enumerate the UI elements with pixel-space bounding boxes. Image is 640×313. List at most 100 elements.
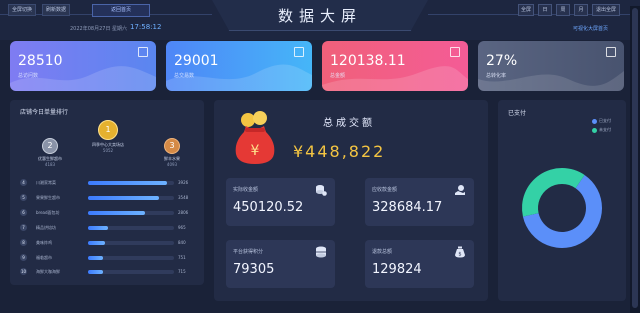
rank-name: 海鲜大咖海鲜 [36, 269, 60, 274]
hand-money-icon [455, 185, 465, 195]
page-title: 数据大屏 [277, 7, 362, 25]
rank-bar-fill [88, 270, 103, 274]
donut-chart [522, 168, 602, 248]
tab-fullscreen[interactable]: 全屏 [518, 4, 534, 16]
back-label: 返回首页 [110, 7, 131, 13]
tab-exit-fullscreen[interactable]: 退出全屏 [592, 4, 620, 16]
sub-value: 450120.52 [233, 200, 304, 215]
rank-value: 2806 [178, 210, 189, 215]
list-item: 9 福临超市 751 [20, 254, 190, 264]
list-item: 10 海鲜大咖海鲜 715 [20, 268, 190, 278]
list-item: 7 精品烘焙坊 965 [20, 224, 190, 234]
stat-value: 27% [486, 53, 518, 69]
sub-card-refund: 退款总额 129824 $ [365, 240, 474, 288]
legend-swatch [592, 118, 597, 124]
rank-bar-fill [88, 211, 145, 215]
stat-card-transactions: 29001 总交易数 [166, 41, 312, 91]
sub-card-points: 平台获得积分 79305 [226, 240, 335, 288]
coins-icon [316, 185, 327, 196]
rank-bar-fill [88, 181, 168, 185]
pie-title: 已支付 [508, 110, 527, 117]
medal-silver-icon: 2 [42, 138, 58, 154]
tab-day[interactable]: 日 [538, 4, 552, 16]
rank-bar [88, 196, 174, 200]
stat-value: 29001 [174, 53, 219, 69]
pie-slice-未支付 [522, 168, 585, 217]
scrollbar-thumb[interactable] [632, 8, 638, 308]
rank-bar [88, 226, 174, 230]
sub-value: 79305 [233, 262, 275, 277]
rank-name: 美味炸鸡 [36, 240, 52, 245]
rank-bar [88, 270, 174, 274]
rank-number: 6 [20, 209, 27, 216]
sub-label: 退款总额 [372, 249, 393, 255]
legend-item-unpaid: 未支付 [592, 127, 611, 133]
total-title: 总成交额 [323, 118, 375, 129]
sub-value: 328684.17 [372, 200, 443, 215]
rank-value: 840 [178, 240, 186, 245]
podium-value: 4183 [44, 162, 56, 167]
medal-gold-icon: 1 [98, 120, 118, 140]
rank-bar [88, 241, 174, 245]
stat-card-visits: 28510 总访问数 [10, 41, 156, 91]
chart-icon [606, 47, 616, 57]
podium-first: 1 四季中心大卖场店 5052 [78, 120, 138, 153]
stat-card-conversion: 27% 总转化率 [478, 41, 624, 91]
stat-value: 28510 [18, 53, 63, 69]
card-icon [450, 47, 460, 57]
money-bag-icon: $ [455, 246, 465, 258]
podium-third: 3 鲜丰水果 4093 [142, 138, 202, 167]
stat-label: 总金额 [330, 73, 346, 79]
rank-number: 4 [20, 179, 27, 186]
tab-week[interactable]: 周 [556, 4, 570, 16]
stat-value: 120138.11 [330, 53, 406, 69]
rank-name: bread面包坊 [36, 210, 60, 215]
sub-value: 129824 [372, 262, 422, 277]
rank-value: 3926 [178, 180, 189, 185]
time-text: 17:58:12 [130, 23, 162, 31]
fullscreen-toggle-button[interactable]: 全屏切换 [8, 4, 37, 16]
sub-label: 实际收金额 [233, 187, 259, 193]
list-item: 5 果果鲜生超市 3548 [20, 194, 190, 204]
sub-card-receivable: 应收款金额 328684.17 [365, 178, 474, 226]
total-amount: ¥448,822 [293, 142, 386, 161]
rank-value: 3548 [178, 195, 189, 200]
rank-bar-fill [88, 256, 104, 260]
ranking-title: 店铺今日单量排行 [20, 109, 69, 116]
refresh-data-button[interactable]: 刷新数据 [42, 4, 71, 16]
stat-label: 总访问数 [18, 73, 39, 79]
svg-text:¥: ¥ [251, 143, 260, 159]
rank-name: 精品烘焙坊 [36, 225, 56, 230]
rank-bar-fill [88, 226, 108, 230]
date-text: 2022年08月27日 星期六 [70, 26, 128, 32]
sub-card-received: 实际收金额 450120.52 [226, 178, 335, 226]
tab-month[interactable]: 月 [574, 4, 588, 16]
list-item: 4 川湘家常菜 3926 [20, 179, 190, 189]
back-home-button[interactable]: 返回首页 [92, 4, 150, 17]
rank-bar [88, 256, 174, 260]
rank-bar-fill [88, 241, 106, 245]
rank-value: 965 [178, 225, 186, 230]
rank-value: 751 [178, 255, 186, 260]
image-icon [294, 47, 304, 57]
sub-label: 平台获得积分 [233, 249, 264, 255]
home-link[interactable]: 可视化大屏首页 [573, 25, 608, 32]
rank-number: 9 [20, 254, 27, 261]
stat-label: 总转化率 [486, 73, 507, 79]
svg-text:$: $ [458, 252, 461, 258]
rank-value: 715 [178, 269, 186, 274]
medal-bronze-icon: 3 [164, 138, 180, 154]
rank-number: 10 [20, 268, 27, 275]
stat-card-amount: 120138.11 总金额 [322, 41, 468, 91]
rank-number: 7 [20, 224, 27, 231]
rank-name: 果果鲜生超市 [36, 195, 60, 200]
money-bag-illustration: ¥ [235, 111, 275, 164]
rank-bar-fill [88, 196, 160, 200]
legend-label: 已支付 [599, 118, 611, 123]
legend-item-paid: 已支付 [592, 118, 611, 124]
rank-bar [88, 181, 174, 185]
rank-number: 5 [20, 194, 27, 201]
rank-number: 8 [20, 239, 27, 246]
podium-value: 5052 [102, 148, 114, 153]
legend-label: 未支付 [599, 127, 611, 132]
